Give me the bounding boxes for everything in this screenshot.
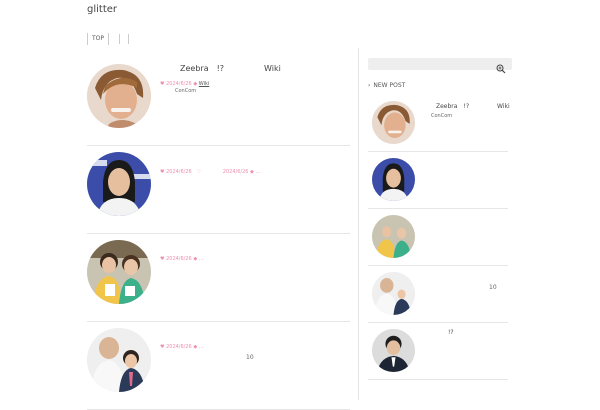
nav-divider [128,34,130,44]
post-item[interactable]: ♥ 2024/6/26 ◆ … [87,234,350,322]
tag-icon: ◆ [250,169,254,175]
heart-icon: ♥ [160,169,165,175]
post-thumbnail[interactable] [87,64,151,128]
post-item[interactable]: Zeebra !? Wiki ♥ 2024/6/26 ◆ Wiki ConCom [87,58,350,146]
sidebar-post-title[interactable]: !? [448,329,454,336]
post-thumbnail[interactable] [87,152,151,216]
sidebar-post-author: ConCom [431,113,453,119]
site-title[interactable]: glitter [87,4,117,15]
zoom-in-icon[interactable] [496,59,506,78]
sidebar-post-thumbnail[interactable] [372,101,415,144]
sidebar-post-item[interactable]: !? [368,323,508,380]
post-tag-tail [211,81,216,87]
heart-icon: ♥ [160,256,165,262]
sidebar-post-item[interactable] [368,152,508,209]
post-tag-tail: … [255,169,261,175]
sidebar-post-item[interactable] [368,209,508,266]
sidebar-post-title-part: !? [448,329,454,336]
top-nav: TOP [87,32,130,46]
post-date: 2024/6/26 [166,344,192,350]
post-meta: ♥ 2024/6/26 ◆ … [160,256,204,262]
post-item[interactable]: ♥ 2024/6/26 ◆ … 10 [87,322,350,410]
sidebar-post-thumbnail[interactable] [372,158,415,201]
sidebar-post-item[interactable]: Zeebra !? Wiki ConCom [368,95,510,152]
post-date: 2024/6/26 ♡ 2024/6/26 [166,169,249,175]
post-tag-link[interactable]: Wiki [199,81,210,87]
post-item[interactable]: ♥ 2024/6/26 ♡ 2024/6/26 ◆ … [87,146,350,234]
post-list: Zeebra !? Wiki ♥ 2024/6/26 ◆ Wiki ConCom … [87,58,350,410]
post-thumbnail[interactable] [87,328,151,392]
sidebar-post-thumbnail[interactable] [372,329,415,372]
post-title[interactable]: Zeebra !? Wiki [180,63,281,74]
heart-icon: ♥ [160,344,165,350]
tag-icon: ◆ [193,81,198,87]
heart-icon: ♥ [160,81,165,87]
post-title-part: Zeebra !? [180,64,225,73]
chevron-right-icon: › [368,82,371,89]
search-input[interactable] [368,66,496,78]
sidebar-post-title[interactable]: Zeebra !? Wiki [436,101,510,110]
sidebar-post-item[interactable]: 10 [368,266,508,323]
nav-divider [119,34,121,44]
sidebar-post-title-part: Zeebra !? [436,103,470,110]
post-tag-tail: … [198,344,204,350]
post-title-part: Wiki [264,64,281,73]
sidebar-post-title-part: Wiki [497,103,510,110]
post-author: ConCom [175,88,197,94]
sidebar-post-thumbnail[interactable] [372,215,415,258]
new-post-list: Zeebra !? Wiki ConCom 10 !? [368,95,514,380]
column-divider [358,48,359,400]
sidebar-post-thumbnail[interactable] [372,272,415,315]
new-post-label: NEW POST [373,82,406,89]
sidebar: › NEW POST Zeebra !? Wiki ConCom 10 !? [368,58,514,380]
post-meta: ♥ 2024/6/26 ◆ … [160,344,204,350]
new-post-heading: › NEW POST [368,82,514,89]
post-tag-tail: … [198,256,204,262]
tag-icon: ◆ [193,256,198,262]
search-box [368,58,512,78]
post-meta: ♥ 2024/6/26 ◆ Wiki [160,80,216,87]
post-number: 10 [246,354,254,361]
post-date: 2024/6/26 [166,81,192,87]
post-date: 2024/6/26 [166,256,192,262]
post-meta: ♥ 2024/6/26 ♡ 2024/6/26 ◆ … [160,168,260,175]
sidebar-post-number: 10 [489,284,497,291]
tag-icon: ◆ [193,344,198,350]
top-button[interactable]: TOP [87,33,110,45]
post-thumbnail[interactable] [87,240,151,304]
